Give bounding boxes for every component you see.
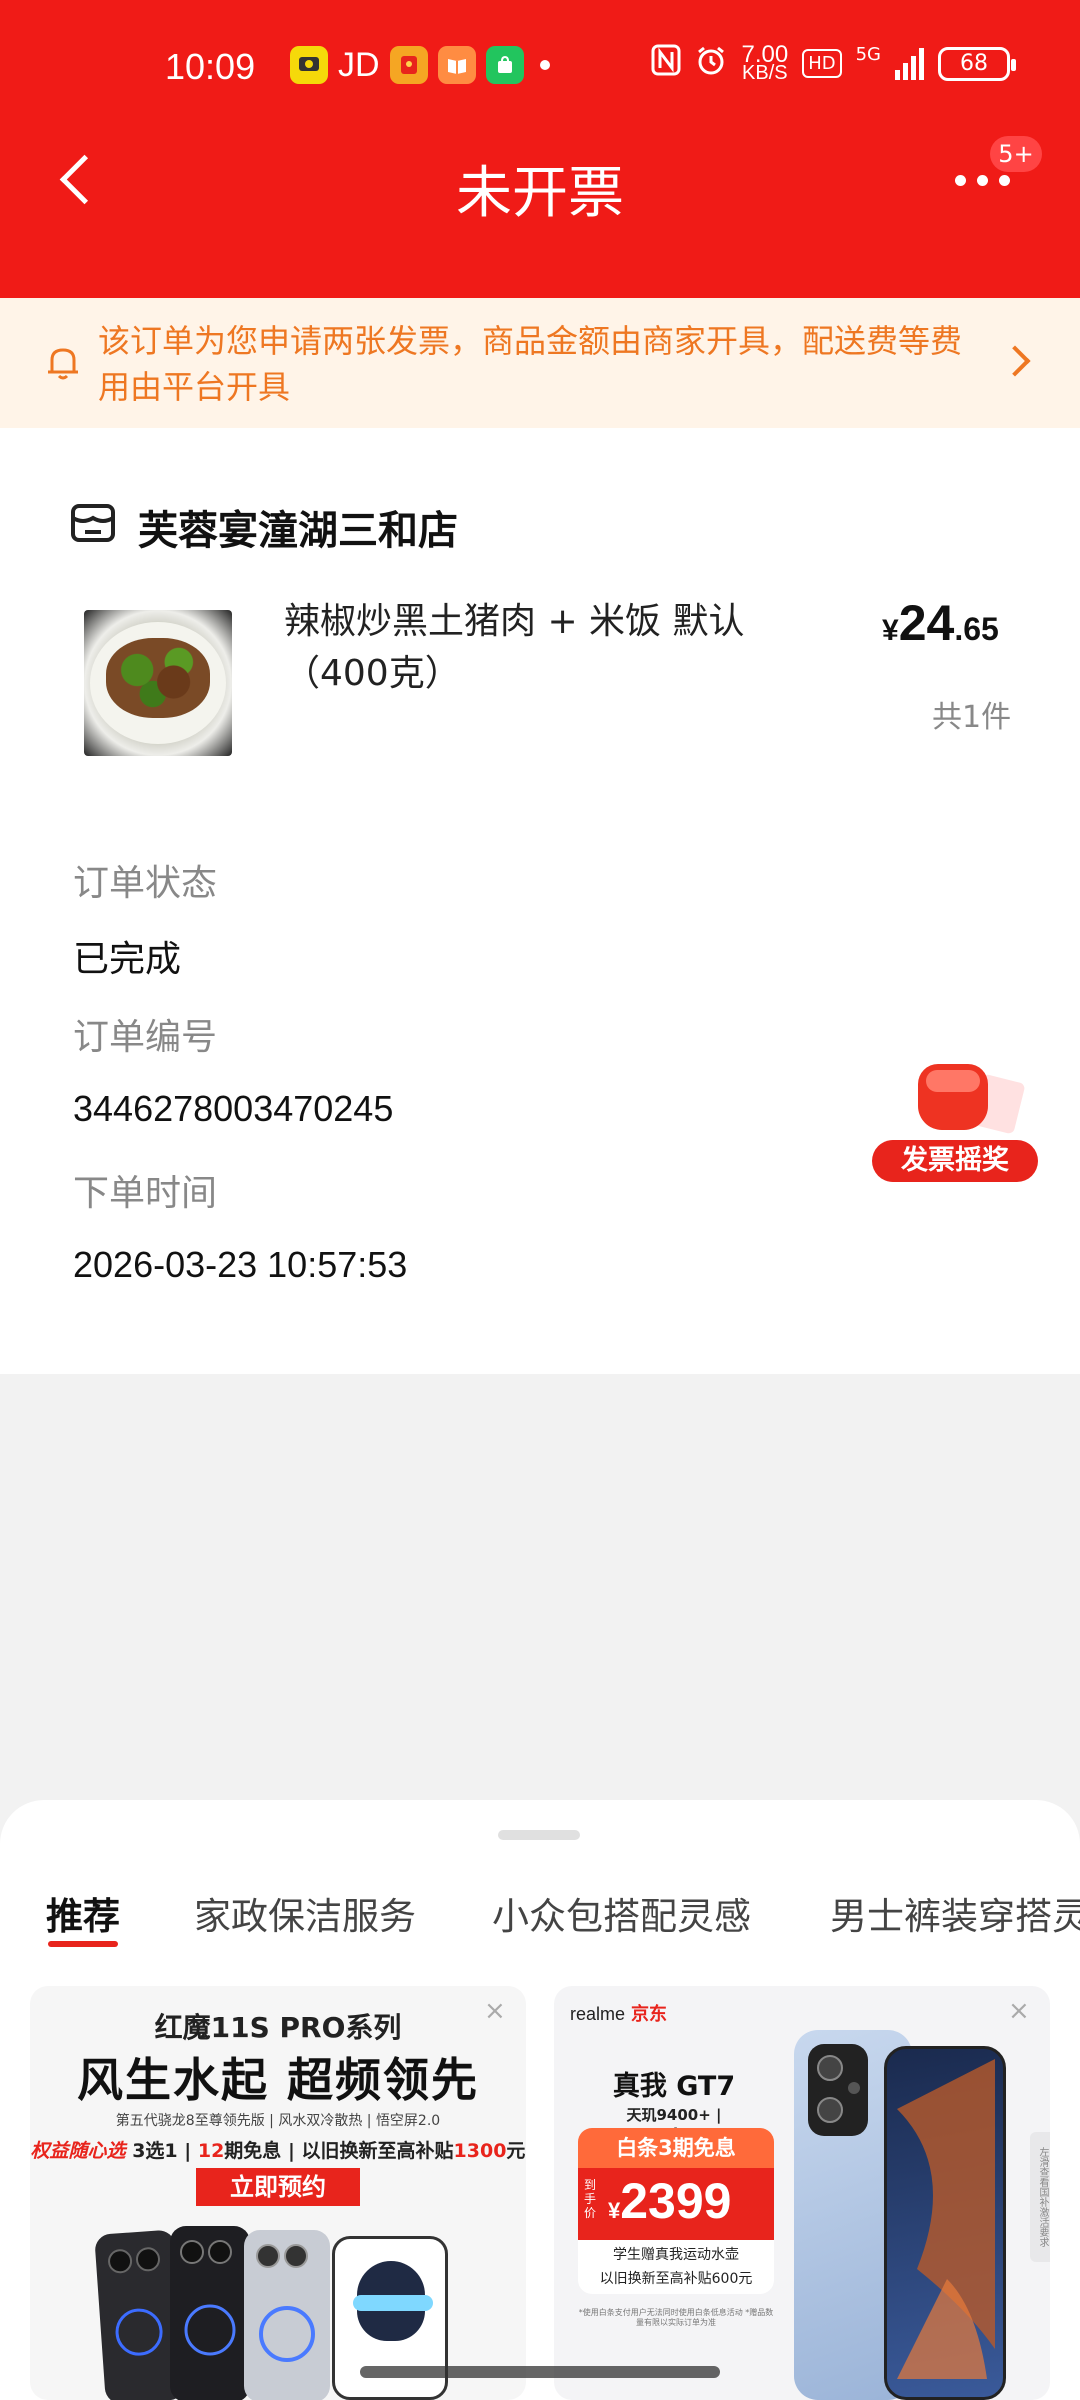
status-indicators: 7.00 KB/S HD 5G 68 bbox=[651, 40, 1016, 84]
invoice-lottery-widget[interactable]: 发票摇奖 bbox=[872, 1064, 1038, 1184]
product-image[interactable] bbox=[84, 610, 232, 756]
red-packet-icon bbox=[389, 46, 428, 84]
tab-bags[interactable]: 小众包搭配灵感 bbox=[492, 1886, 751, 1940]
ad-card-realme[interactable]: × realme京东 真我 GT7 天玑9400+ | 7200mAh+100W… bbox=[554, 1986, 1050, 2400]
ad-model: 真我 GT7 bbox=[612, 2071, 736, 2102]
ad-gift: 学生赠真我运动水壶 bbox=[613, 2247, 739, 2263]
product-quantity: 共1件 bbox=[932, 700, 1012, 735]
jd-icon: JD bbox=[338, 45, 380, 84]
status-bar: 10:09 JD 7.00 KB/S HD 5G 68 bbox=[0, 40, 1080, 96]
ad-brand: realme 京东 bbox=[570, 2004, 668, 2024]
order-time-label: 下单时间 bbox=[73, 1173, 218, 1214]
invoice-lottery-button[interactable]: 发票摇奖 bbox=[872, 1140, 1038, 1182]
bell-icon bbox=[46, 344, 80, 386]
nfc-icon bbox=[651, 44, 681, 83]
close-icon[interactable]: × bbox=[1008, 1996, 1030, 2026]
tab-mens-pants[interactable]: 男士裤装穿搭灵 bbox=[830, 1886, 1080, 1940]
ad-trade-in: 以旧换新至高补贴600元 bbox=[599, 2271, 753, 2287]
ad-price: ¥2399 bbox=[608, 2173, 732, 2229]
phone-image bbox=[244, 2230, 330, 2400]
product-name[interactable]: 辣椒炒黑土猪肉 + 米饭 默认（400克） bbox=[284, 596, 784, 700]
ad-installment: 白条3期免息 bbox=[578, 2128, 774, 2168]
book-icon bbox=[437, 46, 476, 84]
battery-icon: 68 bbox=[938, 46, 1016, 81]
ad-side-tag[interactable]: 左滑查看国补激活要求 bbox=[1030, 2132, 1050, 2262]
network-speed: 7.00 KB/S bbox=[741, 40, 789, 84]
ad-brand: 红魔11S PRO系列 bbox=[154, 2011, 402, 2044]
phone-image bbox=[170, 2226, 250, 2400]
signal-icon bbox=[895, 47, 924, 80]
reserve-button[interactable]: 立即预约 bbox=[196, 2168, 360, 2206]
phone-image bbox=[884, 2046, 1006, 2400]
active-tab-indicator bbox=[48, 1941, 118, 1947]
status-time: 10:09 bbox=[165, 46, 256, 87]
store-name[interactable]: 芙蓉宴潼湖三和店 bbox=[138, 498, 458, 556]
more-notifications-dot bbox=[539, 60, 550, 70]
ad-slogan: 风生水起 超频领先 bbox=[76, 2053, 479, 2107]
order-status-label: 订单状态 bbox=[73, 863, 218, 904]
alarm-icon bbox=[695, 44, 727, 83]
shopping-bag-icon bbox=[485, 46, 524, 84]
order-number-value: 3446278003470245 bbox=[73, 1088, 394, 1129]
home-indicator[interactable] bbox=[360, 2366, 720, 2378]
message-count-badge: 5+ bbox=[990, 136, 1042, 172]
order-number-label: 订单编号 bbox=[73, 1017, 218, 1058]
notification-icons: JD bbox=[290, 46, 550, 84]
tab-recommend[interactable]: 推荐 bbox=[46, 1886, 120, 1940]
app-header: 10:09 JD 7.00 KB/S HD 5G 68 未开票 5+ bbox=[0, 0, 1080, 298]
network-type: 5G bbox=[855, 44, 881, 65]
ad-note: *使用白条支付用户无法同时使用白条低息活动 *赠品数量有限以实际订单为准 bbox=[578, 2308, 774, 2327]
store-icon bbox=[70, 500, 116, 550]
ad-promo: 权益随心选 3选1 | 12期免息 | 以旧换新至高补贴1300元 bbox=[30, 2140, 526, 2162]
app-icon-1 bbox=[290, 46, 328, 84]
product-price: ¥24.65 bbox=[882, 595, 999, 651]
order-status-value: 已完成 bbox=[73, 939, 182, 980]
ad-price-label: 到手价 bbox=[584, 2178, 597, 2220]
page-title: 未开票 bbox=[456, 161, 624, 226]
tab-housekeeping[interactable]: 家政保洁服务 bbox=[194, 1886, 416, 1940]
order-time-value: 2026-03-23 10:57:53 bbox=[73, 1244, 408, 1285]
hd-icon: HD bbox=[802, 49, 842, 78]
ad-card-redmagic[interactable]: × 红魔11S PRO系列 风生水起 超频领先 第五代骁龙8至尊领先版 | 风水… bbox=[30, 1986, 526, 2400]
notice-text: 该订单为您申请两张发票，商品金额由商家开具，配送费等费用由平台开具 bbox=[98, 322, 963, 406]
ad-spec: 第五代骁龙8至尊领先版 | 风水双冷散热 | 悟空屏2.0 bbox=[115, 2113, 441, 2129]
lucky-bag-icon bbox=[918, 1064, 988, 1130]
sheet-drag-handle[interactable] bbox=[498, 1830, 580, 1840]
